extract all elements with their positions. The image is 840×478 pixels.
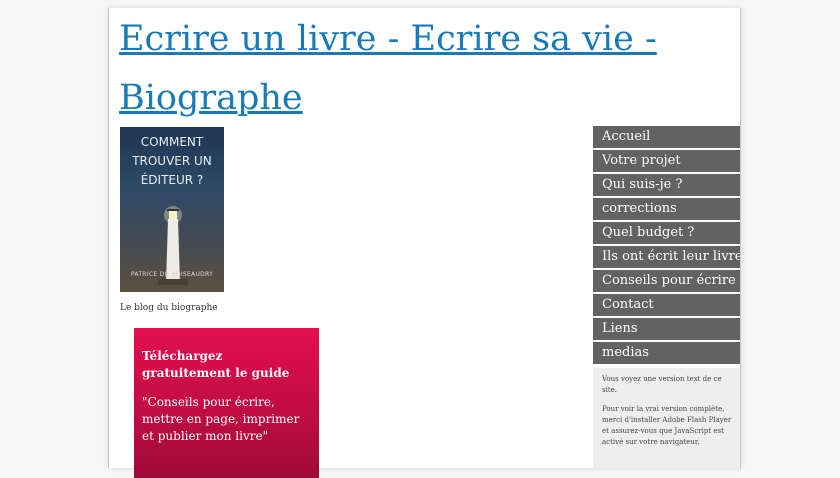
main-nav: Accueil Votre projet Qui suis-je ? corre… — [593, 126, 740, 366]
blog-caption: Le blog du biographe — [120, 303, 218, 313]
nav-item-medias[interactable]: medias — [593, 342, 740, 364]
flash-notice: Vous voyez une version text de ce site. … — [593, 368, 740, 468]
nav-item-quel-budget[interactable]: Quel budget ? — [593, 222, 740, 244]
book-cover-author: PATRICE DU BOISEAUDRY — [130, 271, 214, 278]
nav-item-ils-ont-ecrit[interactable]: Ils ont écrit leur livre — [593, 246, 740, 268]
flash-notice-line1: Vous voyez une version text de ce site. — [602, 375, 722, 394]
book-cover-image[interactable]: COMMENT TROUVER UN ÉDITEUR ? PATRICE DU … — [120, 127, 224, 292]
flash-notice-line2: Pour voir la vrai version complète, merc… — [602, 405, 732, 446]
promo-heading: Téléchargez gratuitement le guide — [142, 349, 290, 380]
book-cover-title: COMMENT TROUVER UN ÉDITEUR ? — [132, 135, 212, 187]
nav-item-votre-projet[interactable]: Votre projet — [593, 150, 740, 172]
nav-item-corrections[interactable]: corrections — [593, 198, 740, 220]
nav-item-conseils[interactable]: Conseils pour écrire — [593, 270, 740, 292]
promo-guide-title: "Conseils pour écrire, mettre en page, i… — [142, 395, 300, 443]
download-guide-promo[interactable]: Téléchargez gratuitement le guide "Conse… — [134, 328, 319, 478]
page-container: Ecrire un livre - Ecrire sa vie - Biogra… — [108, 8, 741, 478]
site-title-link[interactable]: Ecrire un livre - Ecrire sa vie - Biogra… — [119, 10, 679, 128]
nav-item-qui-suis-je[interactable]: Qui suis-je ? — [593, 174, 740, 196]
nav-item-liens[interactable]: Liens — [593, 318, 740, 340]
nav-item-accueil[interactable]: Accueil — [593, 126, 740, 148]
nav-item-contact[interactable]: Contact — [593, 294, 740, 316]
